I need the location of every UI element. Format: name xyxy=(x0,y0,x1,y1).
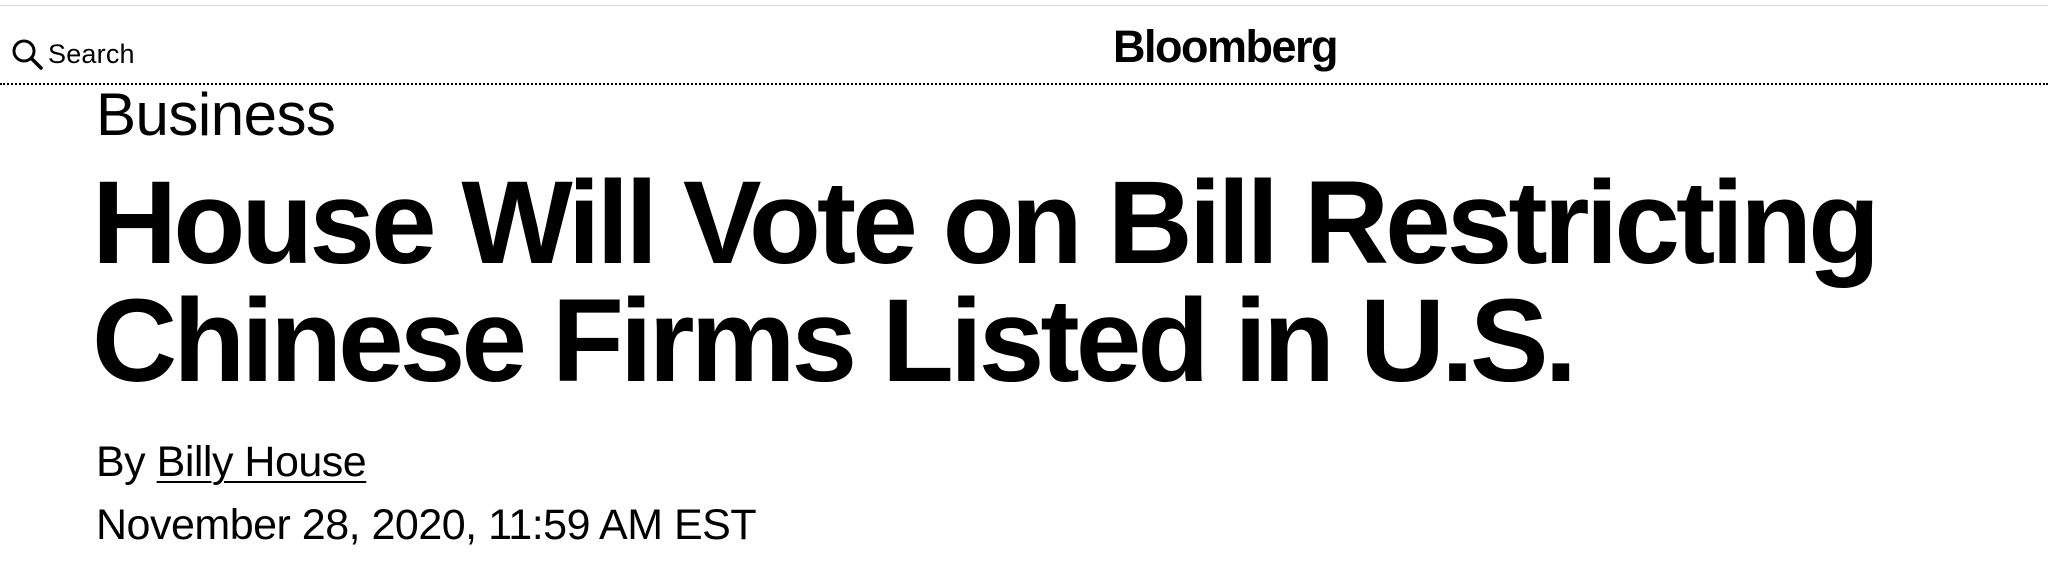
bloomberg-logo[interactable]: Bloomberg xyxy=(1113,18,1339,76)
byline-prefix: By xyxy=(96,438,146,486)
search-label: Search xyxy=(48,38,135,69)
publish-date: November 28, 2020, 11:59 AM EST xyxy=(96,501,757,549)
site-header: Search Bloomberg xyxy=(0,6,2048,84)
article-headline: House Will Vote on Bill Restricting Chin… xyxy=(92,157,1880,407)
section-label[interactable]: Business xyxy=(96,80,336,150)
author-link[interactable]: Billy House xyxy=(157,438,367,486)
byline: By Billy House xyxy=(96,435,367,489)
search-icon xyxy=(10,37,44,71)
search-button[interactable]: Search xyxy=(10,36,135,72)
